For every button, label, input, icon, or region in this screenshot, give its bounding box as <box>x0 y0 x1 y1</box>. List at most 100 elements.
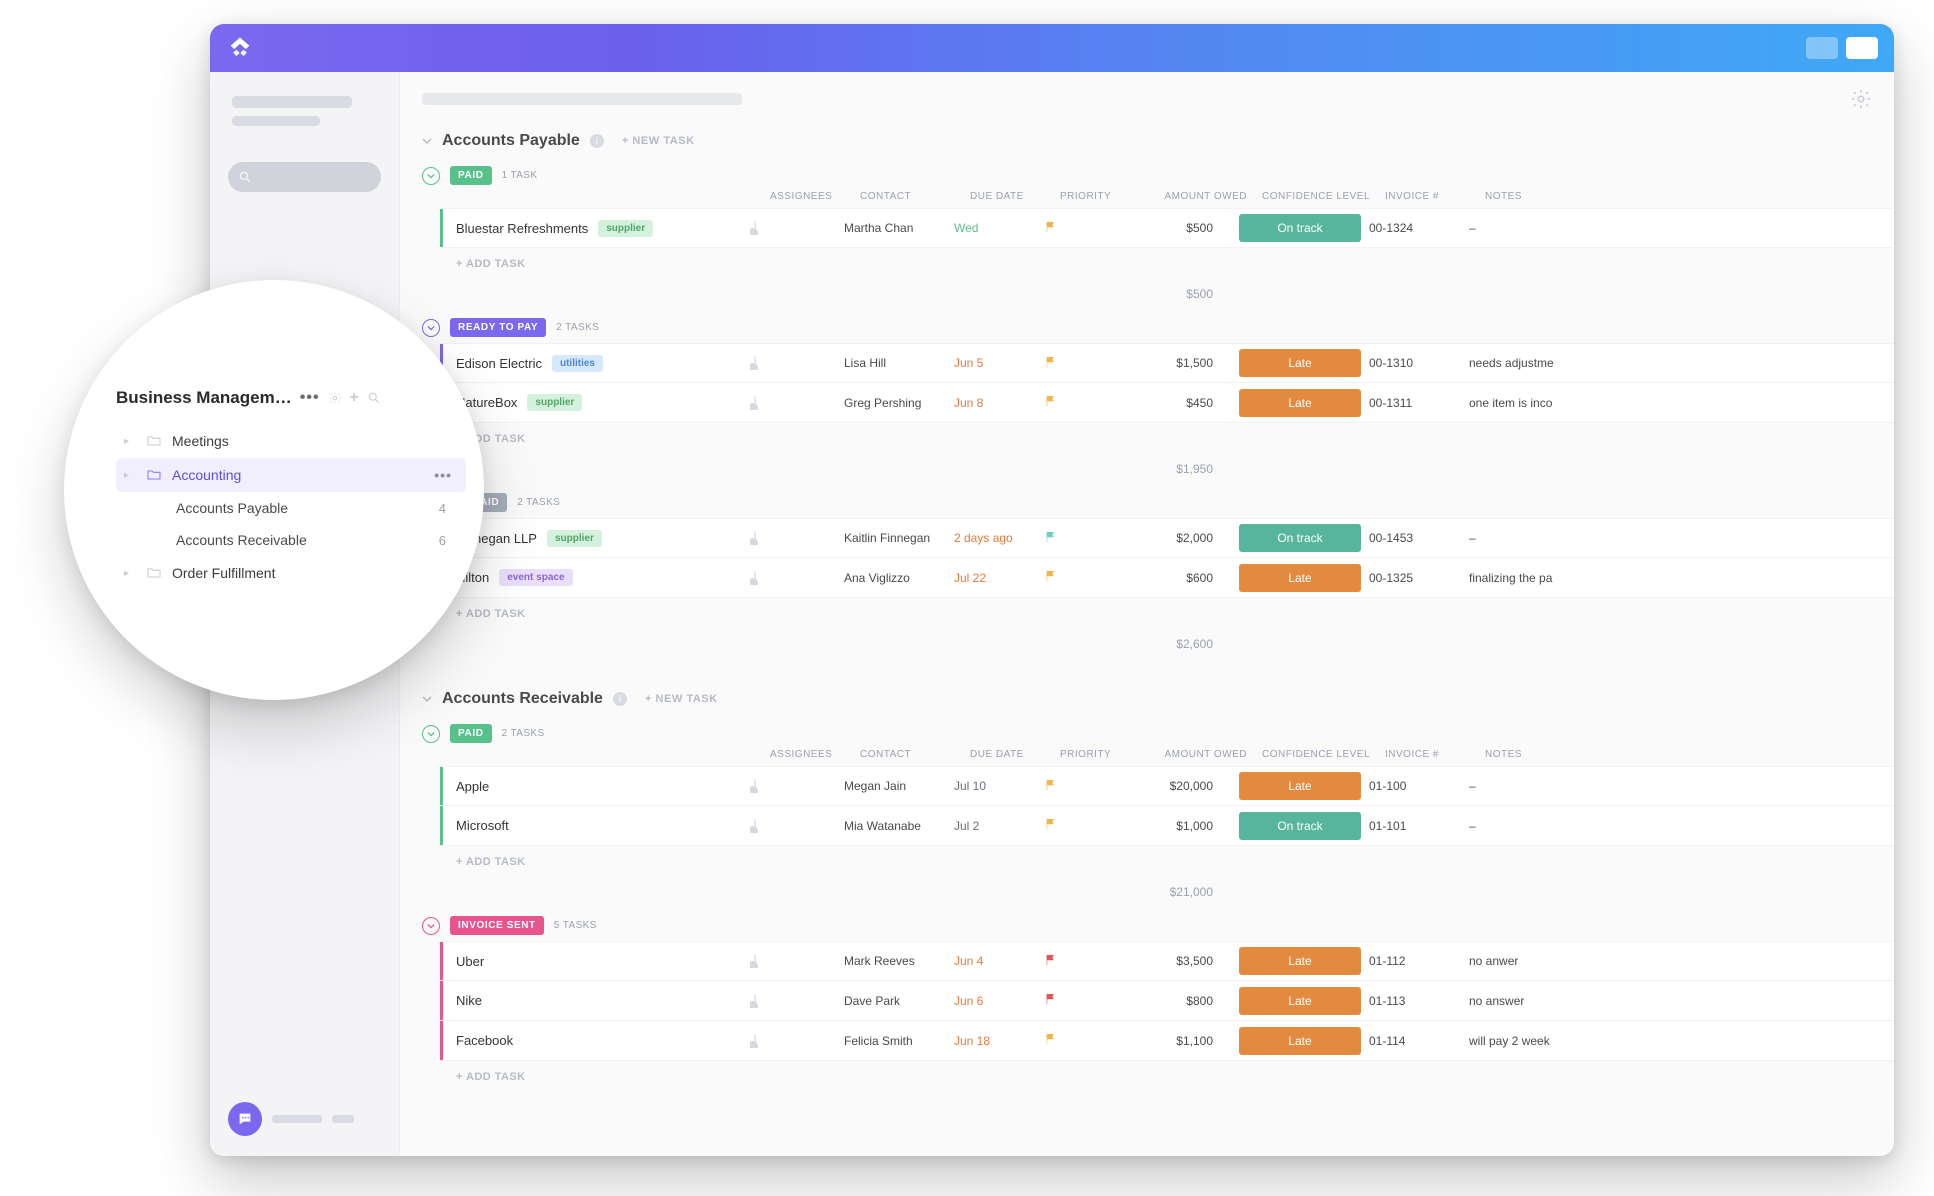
sidebar-list-item[interactable]: Accounts Payable 4 <box>116 492 466 524</box>
window-button-b[interactable] <box>1846 37 1878 59</box>
task-row[interactable]: .task-row[style*='--bar:#e8548e']::befor… <box>440 1021 1894 1061</box>
assignee-avatar[interactable] <box>754 779 756 793</box>
status-pill[interactable]: PAID <box>450 166 492 185</box>
info-icon[interactable]: i <box>590 134 604 148</box>
amount-cell: $500 <box>1115 221 1235 235</box>
sidebar-folder-item[interactable]: ▸ Accounting ••• <box>116 458 466 492</box>
list-count: 6 <box>439 533 466 548</box>
notes-cell: no anwer <box>1465 954 1894 968</box>
task-row[interactable]: .task-row[style*='--bar:#e8548e']::befor… <box>440 981 1894 1021</box>
task-row[interactable]: .task-row[style*='--bar:#57c08b']::befor… <box>440 208 1894 248</box>
sidebar-folder-item[interactable]: ▸ Order Fulfillment <box>116 556 466 590</box>
priority-cell[interactable] <box>1040 778 1115 795</box>
flag-icon <box>1044 394 1058 408</box>
notes-cell: needs adjustme <box>1465 356 1894 370</box>
priority-cell[interactable] <box>1040 569 1115 586</box>
add-icon[interactable]: + <box>350 389 359 407</box>
confidence-pill[interactable]: Late <box>1239 389 1361 417</box>
status-pill[interactable]: INVOICE SENT <box>450 916 544 935</box>
add-task-button[interactable]: + ADD TASK <box>422 598 1894 630</box>
status-pill[interactable]: READY TO PAY <box>450 318 546 337</box>
priority-cell[interactable] <box>1040 1032 1115 1049</box>
search-icon[interactable] <box>367 391 381 405</box>
task-row[interactable]: .task-row[style*='--bar:#a7adba']::befor… <box>440 558 1894 598</box>
task-row[interactable]: .task-row[style*='--bar:#57c08b']::befor… <box>440 806 1894 846</box>
task-row[interactable]: .task-row[style*='--bar:#7b68ee']::befor… <box>440 383 1894 423</box>
assignee-avatar[interactable] <box>754 396 756 410</box>
column-headers: ASSIGNEES CONTACT DUE DATE PRIORITY AMOU… <box>422 191 1894 208</box>
task-row[interactable]: .task-row[style*='--bar:#e8548e']::befor… <box>440 941 1894 981</box>
new-task-button[interactable]: + NEW TASK <box>622 135 695 147</box>
chat-button[interactable] <box>228 1102 262 1136</box>
flag-icon <box>1044 569 1058 583</box>
add-task-button[interactable]: + ADD TASK <box>422 846 1894 878</box>
gear-icon[interactable] <box>328 391 342 405</box>
sidebar-folder-item[interactable]: ▸ Meetings <box>116 424 466 458</box>
due-date-cell: Jun 8 <box>950 396 1040 410</box>
folder-label: Order Fulfillment <box>172 565 275 581</box>
sidebar-list-item[interactable]: Accounts Receivable 6 <box>116 524 466 556</box>
collapse-button[interactable] <box>422 167 440 185</box>
task-row[interactable]: .task-row[style*='--bar:#7b68ee']::befor… <box>440 343 1894 383</box>
confidence-pill[interactable]: Late <box>1239 349 1361 377</box>
tag-chip[interactable]: event space <box>499 569 572 586</box>
priority-cell[interactable] <box>1040 220 1115 237</box>
tag-chip[interactable]: utilities <box>552 355 603 372</box>
task-row[interactable]: .task-row[style*='--bar:#a7adba']::befor… <box>440 518 1894 558</box>
tag-chip[interactable]: supplier <box>598 220 653 237</box>
assignee-avatar[interactable] <box>754 1034 756 1048</box>
assignee-avatar[interactable] <box>754 531 756 545</box>
collapse-button[interactable] <box>422 319 440 337</box>
invoice-cell: 00-1311 <box>1365 396 1465 410</box>
confidence-pill[interactable]: On track <box>1239 812 1361 840</box>
assignee-avatar[interactable] <box>754 221 756 235</box>
notes-cell: – <box>1465 531 1894 545</box>
sidebar-search[interactable] <box>228 162 381 192</box>
assignee-avatar[interactable] <box>754 994 756 1008</box>
assignee-avatar[interactable] <box>754 571 756 585</box>
task-row[interactable]: .task-row[style*='--bar:#57c08b']::befor… <box>440 766 1894 806</box>
column-headers: ASSIGNEES CONTACT DUE DATE PRIORITY AMOU… <box>422 749 1894 766</box>
priority-cell[interactable] <box>1040 394 1115 411</box>
confidence-pill[interactable]: On track <box>1239 524 1361 552</box>
status-pill[interactable]: PAID <box>450 724 492 743</box>
confidence-pill[interactable]: Late <box>1239 564 1361 592</box>
topbar <box>210 24 1894 72</box>
confidence-pill[interactable]: Late <box>1239 947 1361 975</box>
assignee-avatar[interactable] <box>754 356 756 370</box>
breadcrumb-placeholder <box>422 93 742 105</box>
caret-down-icon[interactable] <box>422 136 432 146</box>
subtotal-amount: $500 <box>1115 287 1235 301</box>
priority-cell[interactable] <box>1040 953 1115 970</box>
assignee-avatar[interactable] <box>754 819 756 833</box>
sidebar-footer-placeholder <box>272 1115 322 1123</box>
sidebar-zoom-detail: Business Managem… ••• + ▸ Meetings ▸ Acc… <box>64 280 484 700</box>
window-button-a[interactable] <box>1806 37 1838 59</box>
info-icon[interactable]: i <box>613 692 627 706</box>
priority-cell[interactable] <box>1040 355 1115 372</box>
settings-icon[interactable] <box>1850 88 1872 110</box>
list-title: Accounts Payable <box>442 132 580 150</box>
assignee-avatar[interactable] <box>754 954 756 968</box>
confidence-pill[interactable]: Late <box>1239 772 1361 800</box>
tag-chip[interactable]: supplier <box>547 530 602 547</box>
priority-cell[interactable] <box>1040 992 1115 1009</box>
add-task-button[interactable]: + ADD TASK <box>422 423 1894 455</box>
caret-down-icon[interactable] <box>422 694 432 704</box>
add-task-button[interactable]: + ADD TASK <box>422 1061 1894 1093</box>
add-task-button[interactable]: + ADD TASK <box>422 248 1894 280</box>
new-task-button[interactable]: + NEW TASK <box>645 693 718 705</box>
due-date-cell: Jul 10 <box>950 779 1040 793</box>
space-more-icon[interactable]: ••• <box>300 389 320 407</box>
confidence-pill[interactable]: Late <box>1239 1027 1361 1055</box>
confidence-pill[interactable]: On track <box>1239 214 1361 242</box>
priority-cell[interactable] <box>1040 817 1115 834</box>
tag-chip[interactable]: supplier <box>527 394 582 411</box>
confidence-pill[interactable]: Late <box>1239 987 1361 1015</box>
task-title: Bluestar Refreshments <box>456 221 588 236</box>
collapse-button[interactable] <box>422 917 440 935</box>
collapse-button[interactable] <box>422 725 440 743</box>
list-block: Accounts Payable i + NEW TASK PAID 1 TAS… <box>422 126 1894 658</box>
priority-cell[interactable] <box>1040 530 1115 547</box>
item-more-icon[interactable]: ••• <box>434 467 466 483</box>
